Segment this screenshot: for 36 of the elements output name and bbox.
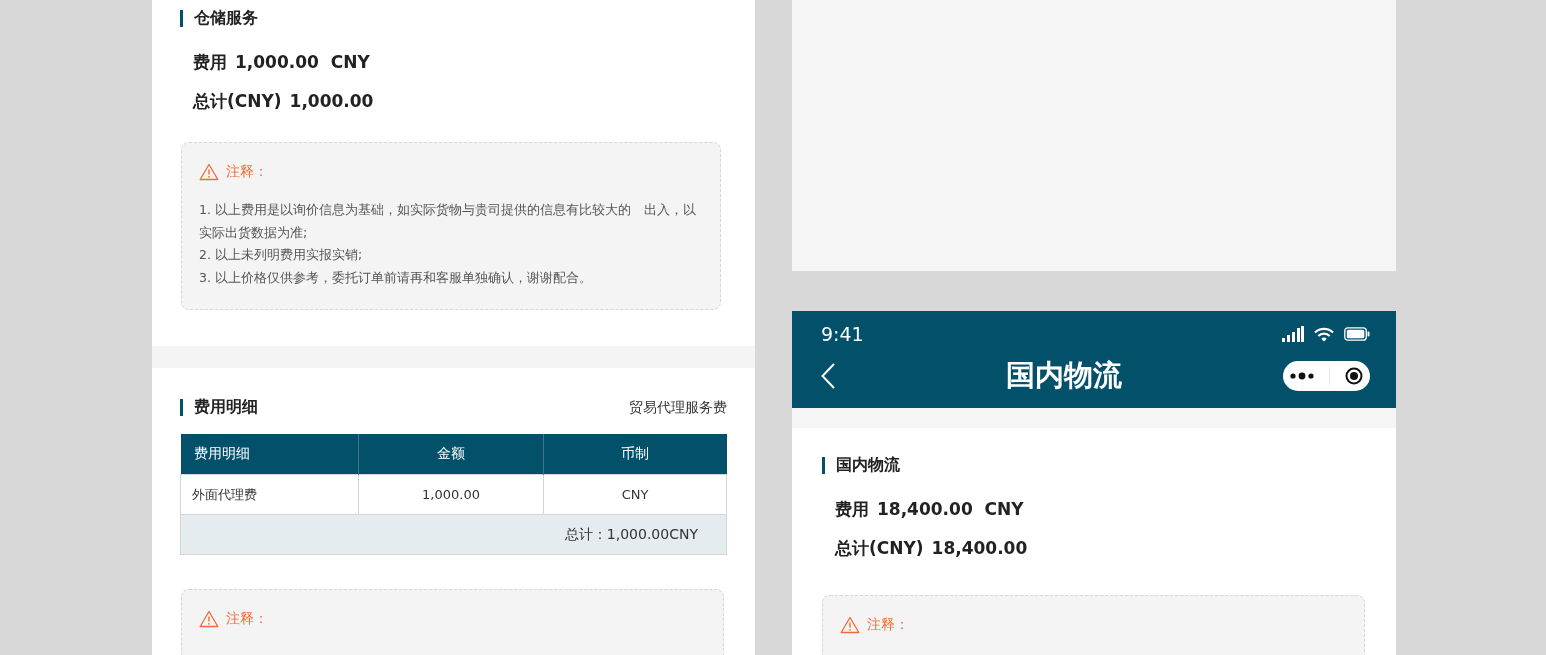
total-value: 18,400.00 [931, 537, 1028, 559]
record-icon[interactable] [1344, 367, 1363, 385]
total-cell: 总计：1,000.00CNY [180, 514, 727, 555]
note-title: 注释： [226, 163, 268, 181]
note-title: 注释： [867, 616, 909, 634]
more-icon[interactable] [1290, 372, 1315, 380]
section-title: 仓储服务 [194, 8, 258, 29]
table-cell: 外面代理费 [180, 474, 359, 515]
total-value: 1,000.00 [289, 90, 374, 112]
column-header: 费用明细 [180, 434, 359, 475]
section-subtitle: 贸易代理服务费 [629, 398, 727, 417]
fee-value: 18,400.00 CNY [877, 498, 1024, 520]
fee-label: 费用 [193, 51, 227, 73]
warning-icon [199, 610, 219, 628]
note-line: 1. 以上费用是以询价信息为基础，如实际货物与贵司提供的信息有比较大的 出入，以实际出货数据为准; [199, 201, 697, 242]
battery-icon [1344, 327, 1370, 341]
back-icon[interactable] [821, 363, 835, 389]
fee-label: 费用 [835, 498, 869, 520]
note-line: 3. 以上价格仅供参考，委托订单前请再和客服单独确认，谢谢配合。 [199, 268, 593, 287]
note-title: 注释： [226, 610, 268, 628]
signal-icon [1282, 326, 1304, 342]
fee-value: 1,000.00 CNY [235, 51, 370, 73]
section-title: 费用明细 [194, 397, 258, 418]
warning-icon [199, 163, 219, 181]
table-cell: 1,000.00 [358, 474, 544, 515]
total-label: 总计(CNY) [193, 90, 282, 112]
table-cell: CNY [543, 474, 727, 515]
status-time: 9:41 [821, 323, 864, 345]
wifi-icon [1314, 326, 1334, 342]
note-line: 2. 以上未列明费用实报实销; [199, 246, 364, 264]
section-title: 国内物流 [836, 455, 900, 476]
total-label: 总计(CNY) [835, 537, 924, 559]
column-header: 金额 [358, 434, 544, 475]
column-header: 币制 [543, 434, 727, 475]
page-title: 国内物流 [1006, 357, 1122, 394]
warning-icon [840, 616, 860, 634]
